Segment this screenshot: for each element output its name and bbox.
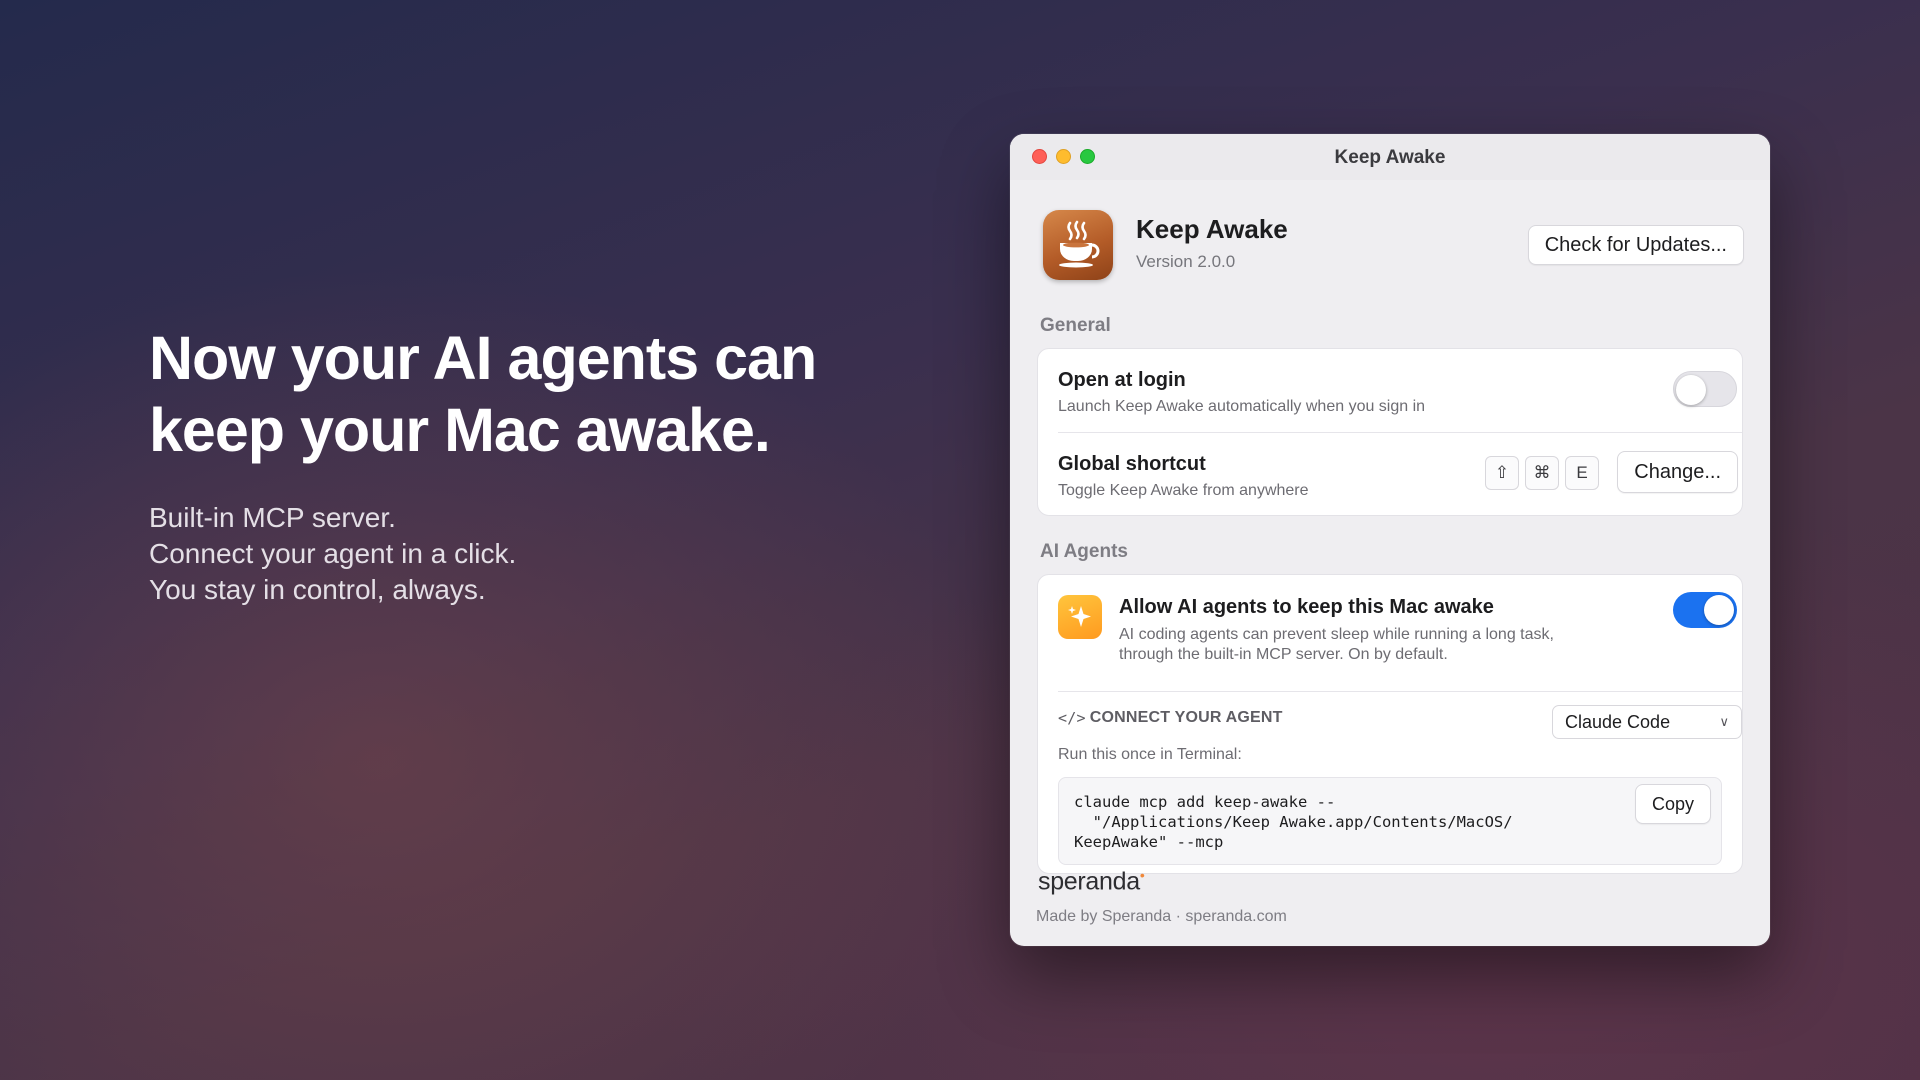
agent-select-value: Claude Code bbox=[1565, 711, 1671, 732]
shift-key-icon: ⇧ bbox=[1485, 456, 1519, 490]
general-card: Open at login Launch Keep Awake automati… bbox=[1037, 348, 1743, 516]
app-version: Version 2.0.0 bbox=[1136, 252, 1236, 271]
made-by-footer[interactable]: Made by Speranda · speranda.com bbox=[1036, 908, 1287, 926]
toggle-knob bbox=[1704, 595, 1734, 625]
hero-title-line-2: keep your Mac awake. bbox=[149, 396, 771, 464]
hero-subtitle-line-3: You stay in control, always. bbox=[149, 574, 486, 605]
row-divider bbox=[1058, 691, 1742, 692]
hero-subtitle-line-2: Connect your agent in a click. bbox=[149, 538, 517, 569]
command-code-box[interactable]: claude mcp add keep-awake -- "/Applicati… bbox=[1058, 777, 1722, 865]
allow-ai-agents-subtitle-line-1: AI coding agents can prevent sleep while… bbox=[1119, 626, 1554, 643]
section-label-ai-agents: AI Agents bbox=[1040, 541, 1128, 562]
command-text[interactable]: claude mcp add keep-awake -- "/Applicati… bbox=[1074, 792, 1513, 852]
settings-window: Keep Awake Keep Awake Version 2.0.0 Chec… bbox=[1010, 134, 1770, 946]
global-shortcut-subtitle: Toggle Keep Awake from anywhere bbox=[1058, 482, 1309, 499]
command-line-2: "/Applications/Keep Awake.app/Contents/M… bbox=[1074, 813, 1513, 831]
toggle-knob bbox=[1676, 375, 1706, 405]
copy-command-button[interactable]: Copy bbox=[1634, 784, 1711, 824]
allow-ai-agents-title: Allow AI agents to keep this Mac awake bbox=[1119, 596, 1494, 618]
hero-subtitle: Built-in MCP server. Connect your agent … bbox=[149, 500, 769, 608]
agent-select[interactable]: Claude Code ∨ bbox=[1552, 705, 1742, 739]
section-label-general: General bbox=[1040, 315, 1111, 336]
e-key-cap: E bbox=[1565, 456, 1599, 490]
hero-subtitle-line-1: Built-in MCP server. bbox=[149, 502, 396, 533]
connect-agent-label: </> CONNECT YOUR AGENT bbox=[1058, 709, 1283, 727]
check-for-updates-button[interactable]: Check for Updates... bbox=[1527, 225, 1744, 265]
sparkle-icon bbox=[1058, 595, 1102, 639]
title-bar[interactable]: Keep Awake bbox=[1010, 134, 1770, 180]
hero-title: Now your AI agents can keep your Mac awa… bbox=[149, 322, 869, 466]
allow-ai-agents-toggle[interactable] bbox=[1673, 592, 1737, 628]
open-at-login-subtitle: Launch Keep Awake automatically when you… bbox=[1058, 398, 1426, 415]
app-header: Keep Awake Version 2.0.0 Check for Updat… bbox=[1010, 180, 1770, 290]
allow-ai-agents-subtitle: AI coding agents can prevent sleep while… bbox=[1119, 625, 1554, 665]
command-key-icon: ⌘ bbox=[1525, 456, 1559, 490]
code-brackets-icon: </> bbox=[1058, 709, 1086, 727]
row-divider bbox=[1058, 432, 1742, 433]
command-line-1: claude mcp add keep-awake -- bbox=[1074, 793, 1336, 811]
ai-agents-card: Allow AI agents to keep this Mac awake A… bbox=[1037, 574, 1743, 874]
app-name: Keep Awake bbox=[1136, 214, 1288, 244]
allow-ai-agents-subtitle-line-2: through the built-in MCP server. On by d… bbox=[1119, 646, 1448, 663]
command-line-3: KeepAwake" --mcp bbox=[1074, 833, 1224, 851]
brand-dot: • bbox=[1139, 867, 1145, 883]
change-shortcut-button[interactable]: Change... bbox=[1617, 451, 1738, 493]
open-at-login-toggle[interactable] bbox=[1673, 371, 1737, 407]
brand-name: speranda bbox=[1038, 867, 1140, 896]
coffee-cup-icon bbox=[1043, 210, 1113, 280]
global-shortcut-title: Global shortcut bbox=[1058, 453, 1206, 475]
connect-agent-label-text: CONNECT YOUR AGENT bbox=[1089, 709, 1283, 726]
hero-title-line-1: Now your AI agents can bbox=[149, 324, 817, 392]
chevron-down-icon: ∨ bbox=[1719, 714, 1729, 729]
open-at-login-title: Open at login bbox=[1058, 369, 1186, 391]
speranda-logo: speranda• bbox=[1038, 867, 1145, 896]
run-in-terminal-label: Run this once in Terminal: bbox=[1058, 746, 1242, 763]
window-title: Keep Awake bbox=[1334, 147, 1446, 168]
